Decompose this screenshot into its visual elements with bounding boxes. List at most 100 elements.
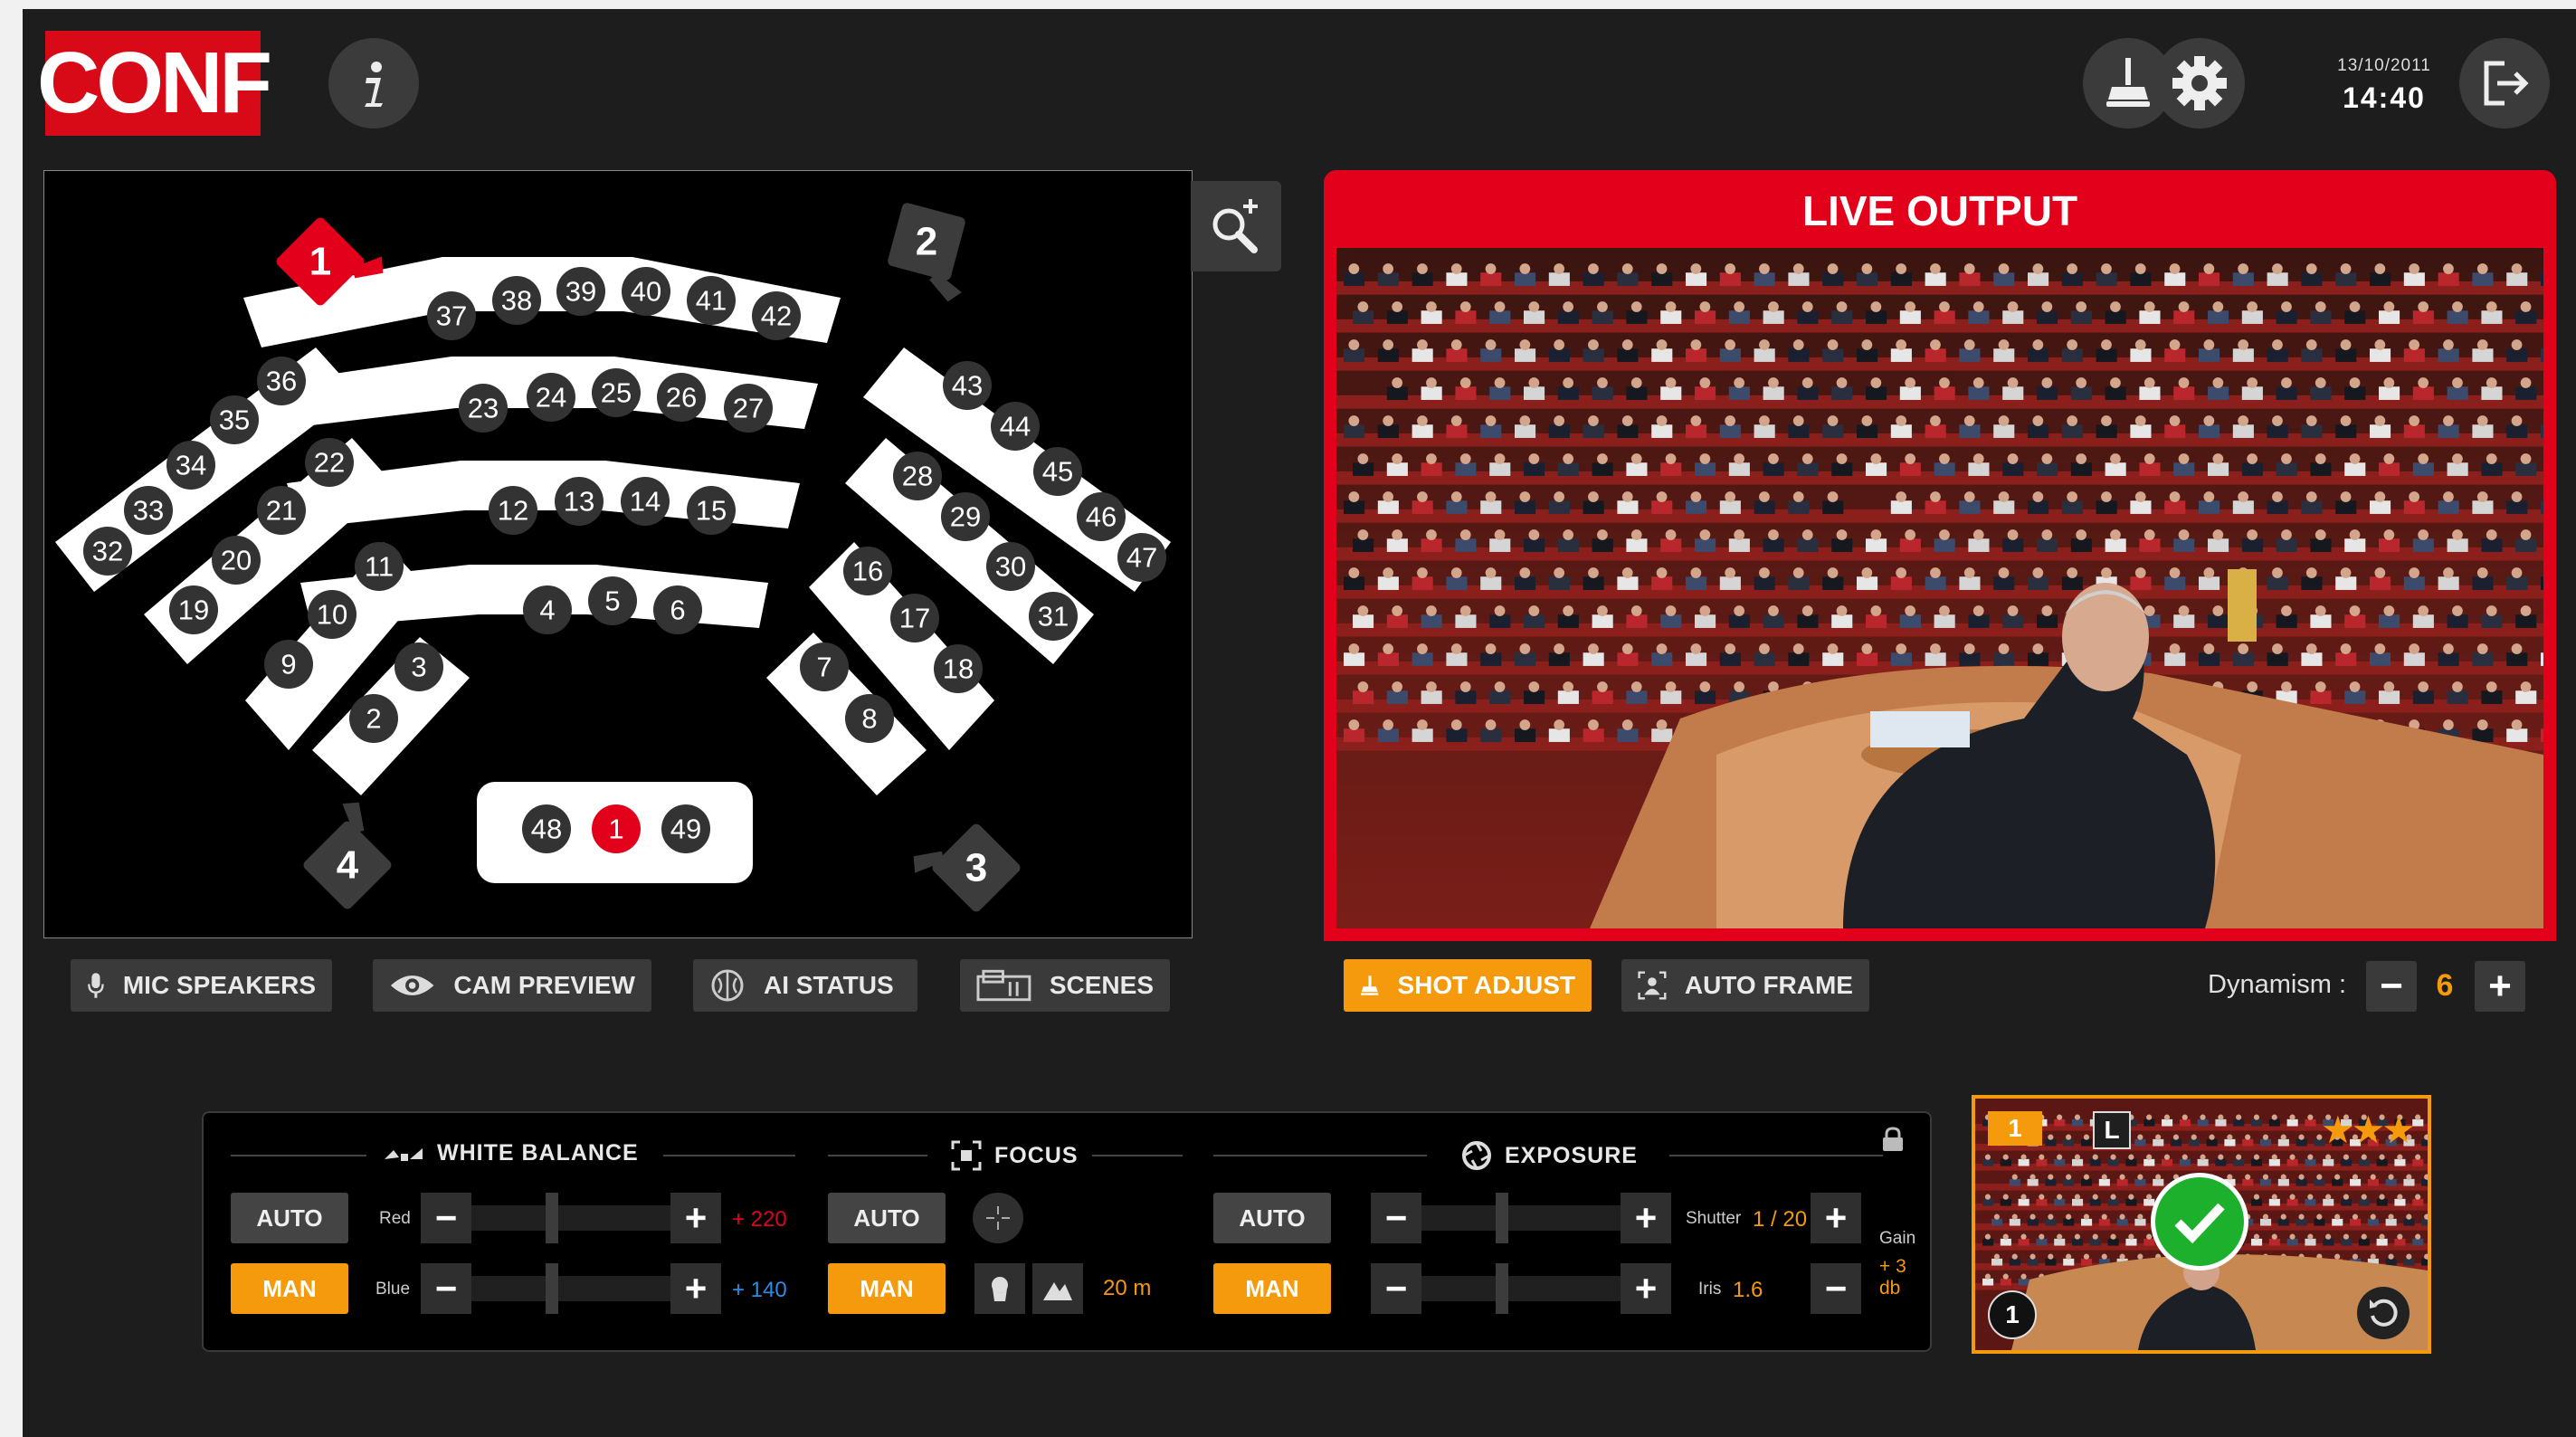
- dynamism-decrease-button[interactable]: −: [2366, 961, 2417, 1012]
- focus-man-button[interactable]: MAN: [828, 1263, 946, 1314]
- seat-37[interactable]: 37: [427, 291, 476, 340]
- seat-47[interactable]: 47: [1117, 533, 1166, 582]
- camera-2[interactable]: 2: [881, 202, 980, 305]
- info-button[interactable]: [328, 38, 419, 128]
- shutter-increase-button[interactable]: +: [1621, 1193, 1671, 1243]
- seat-32[interactable]: 32: [83, 527, 132, 576]
- seat-26[interactable]: 26: [657, 373, 706, 422]
- dynamism-increase-button[interactable]: +: [2475, 961, 2525, 1012]
- seat-42[interactable]: 42: [752, 291, 801, 340]
- seat-20[interactable]: 20: [212, 536, 261, 585]
- seat-15[interactable]: 15: [687, 486, 736, 535]
- seat-9[interactable]: 9: [264, 640, 313, 689]
- seat-11[interactable]: 11: [355, 542, 404, 591]
- shutter-decrease-button[interactable]: −: [1371, 1193, 1421, 1243]
- seat-43[interactable]: 43: [943, 361, 992, 410]
- svg-text:16: 16: [852, 556, 883, 587]
- red-increase-button[interactable]: +: [670, 1193, 721, 1243]
- seat-27[interactable]: 27: [724, 384, 773, 433]
- seat-8[interactable]: 8: [845, 694, 894, 743]
- shutter-slider-thumb[interactable]: [1496, 1193, 1508, 1243]
- reset-button[interactable]: [2357, 1287, 2410, 1339]
- seat-map-canvas: 37 38 39 40 41 4223 24 25 26 2712 13 14 154 5 63233343…: [55, 202, 1171, 925]
- seat-14[interactable]: 14: [621, 477, 670, 526]
- seat-35[interactable]: 35: [210, 395, 259, 444]
- shutter-plus-button[interactable]: +: [1811, 1193, 1861, 1243]
- seat-10[interactable]: 10: [308, 590, 356, 639]
- ai-status-button[interactable]: AI STATUS: [693, 959, 917, 1012]
- seat-2[interactable]: 2: [349, 694, 398, 743]
- zoom-button[interactable]: [1191, 181, 1281, 271]
- seat-24[interactable]: 24: [527, 373, 575, 422]
- seat-23[interactable]: 23: [459, 384, 508, 433]
- seat-48[interactable]: 48: [522, 804, 571, 853]
- seat-30[interactable]: 30: [986, 542, 1035, 591]
- seat-29[interactable]: 29: [941, 492, 990, 541]
- seat-3[interactable]: 3: [394, 642, 443, 691]
- settings-button[interactable]: [2154, 38, 2245, 128]
- focus-far-button[interactable]: [1032, 1263, 1083, 1314]
- seat-5[interactable]: 5: [588, 576, 637, 625]
- blue-increase-button[interactable]: +: [670, 1263, 721, 1314]
- seat-17[interactable]: 17: [890, 594, 939, 642]
- cam-preview-button[interactable]: CAM PREVIEW: [373, 959, 651, 1012]
- seat-16[interactable]: 16: [843, 547, 892, 595]
- seat-39[interactable]: 39: [556, 267, 605, 316]
- seat-12[interactable]: 12: [489, 486, 537, 535]
- svg-text:1: 1: [309, 240, 331, 284]
- selected-check-icon[interactable]: [2151, 1173, 2248, 1270]
- seat-46[interactable]: 46: [1077, 492, 1126, 541]
- auto-frame-button[interactable]: AUTO FRAME: [1621, 959, 1869, 1012]
- logout-icon: [2484, 61, 2529, 106]
- exposure-auto-button[interactable]: AUTO: [1213, 1193, 1331, 1243]
- seat-7[interactable]: 7: [800, 642, 849, 691]
- seat-40[interactable]: 40: [622, 267, 670, 316]
- iris-increase-button[interactable]: +: [1621, 1263, 1671, 1314]
- seat-45[interactable]: 45: [1033, 447, 1082, 496]
- focus-auto-button[interactable]: AUTO: [828, 1193, 946, 1243]
- seat-44[interactable]: 44: [991, 402, 1040, 451]
- seat-34[interactable]: 34: [166, 441, 215, 490]
- blue-slider-thumb[interactable]: [546, 1263, 558, 1314]
- iris-decrease-button[interactable]: −: [1371, 1263, 1421, 1314]
- seat-49[interactable]: 49: [661, 804, 710, 853]
- blue-slider[interactable]: [471, 1276, 670, 1301]
- svg-text:18: 18: [943, 653, 974, 685]
- logout-button[interactable]: [2459, 38, 2550, 128]
- blue-decrease-button[interactable]: −: [421, 1263, 471, 1314]
- camera-4[interactable]: 4: [291, 795, 408, 911]
- shutter-slider[interactable]: [1421, 1205, 1621, 1231]
- iris-slider-thumb[interactable]: [1496, 1263, 1508, 1314]
- focus-target-button[interactable]: [973, 1193, 1023, 1243]
- seat-41[interactable]: 41: [687, 276, 736, 325]
- seat-19[interactable]: 19: [169, 585, 218, 634]
- red-slider-thumb[interactable]: [546, 1193, 558, 1243]
- seat-1[interactable]: 1: [592, 804, 641, 853]
- seat-31[interactable]: 31: [1029, 592, 1078, 641]
- exposure-man-button[interactable]: MAN: [1213, 1263, 1331, 1314]
- seat-6[interactable]: 6: [653, 585, 702, 634]
- camera-3[interactable]: 3: [906, 808, 1022, 925]
- mic-speakers-button[interactable]: MIC SPEAKERS: [71, 959, 332, 1012]
- seat-4[interactable]: 4: [523, 585, 572, 634]
- iris-minus-button[interactable]: −: [1811, 1263, 1861, 1314]
- seat-13[interactable]: 13: [555, 477, 604, 526]
- seat-36[interactable]: 36: [257, 357, 306, 405]
- white-balance-auto-button[interactable]: AUTO: [231, 1193, 348, 1243]
- focus-near-button[interactable]: [974, 1263, 1025, 1314]
- seat-28[interactable]: 28: [893, 452, 942, 500]
- red-decrease-button[interactable]: −: [421, 1193, 471, 1243]
- shot-adjust-button[interactable]: SHOT ADJUST: [1344, 959, 1592, 1012]
- seat-25[interactable]: 25: [592, 368, 641, 417]
- seat-38[interactable]: 38: [492, 276, 541, 325]
- seat-21[interactable]: 21: [257, 486, 306, 535]
- camera-thumbnail[interactable]: 1 L ★★★ 1: [1972, 1095, 2431, 1354]
- seat-22[interactable]: 22: [305, 438, 354, 487]
- scenes-button[interactable]: SCENES: [960, 959, 1170, 1012]
- red-slider[interactable]: [471, 1205, 670, 1231]
- seat-18[interactable]: 18: [934, 644, 983, 693]
- seat-33[interactable]: 33: [124, 486, 173, 535]
- iris-slider[interactable]: [1421, 1276, 1621, 1301]
- lock-icon[interactable]: [1879, 1126, 1906, 1157]
- white-balance-man-button[interactable]: MAN: [231, 1263, 348, 1314]
